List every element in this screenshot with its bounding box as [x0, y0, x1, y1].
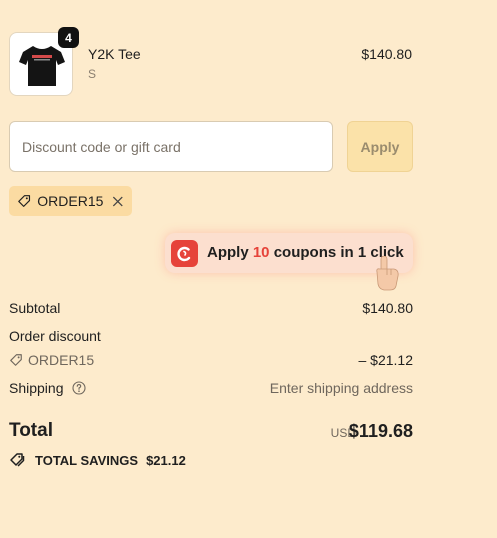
subtotal-label: Subtotal	[9, 300, 61, 316]
shipping-label: Shipping	[9, 380, 64, 396]
discount-value: – $21.12	[358, 352, 414, 368]
help-icon[interactable]	[72, 381, 86, 395]
discount-code-input[interactable]	[9, 121, 333, 172]
total-amount: $119.68	[348, 421, 413, 441]
subtotal-value: $140.80	[362, 300, 413, 316]
savings-tag-icon	[10, 453, 25, 467]
order-discount-label: Order discount	[9, 328, 101, 344]
total-savings-row: TOTAL SAVINGS $21.12	[9, 452, 186, 468]
discount-code-row: ORDER15	[9, 352, 94, 368]
total-label: Total	[9, 420, 53, 441]
product-price: $140.80	[361, 46, 412, 62]
coupon-count: 10	[252, 244, 270, 261]
applied-discount-tag: ORDER15	[9, 186, 132, 216]
coupon-app-logo-icon	[171, 240, 198, 267]
quantity-badge: 4	[58, 27, 79, 48]
apply-discount-button[interactable]: Apply	[347, 121, 413, 172]
product-name: Y2K Tee	[88, 46, 141, 62]
applied-code-label: ORDER15	[37, 193, 104, 209]
apply-coupons-button[interactable]: Apply 10 coupons in 1 click	[165, 233, 413, 291]
close-icon[interactable]	[112, 195, 124, 208]
savings-label: TOTAL SAVINGS	[35, 452, 139, 468]
tag-icon	[18, 195, 31, 207]
pointing-hand-icon	[376, 256, 399, 291]
shipping-value: Enter shipping address	[269, 380, 413, 396]
tag-icon	[10, 354, 22, 366]
product-variant: S	[88, 67, 97, 81]
savings-value: $21.12	[146, 452, 186, 468]
discount-code-label: ORDER15	[28, 352, 95, 368]
shipping-row: Shipping	[9, 380, 86, 396]
